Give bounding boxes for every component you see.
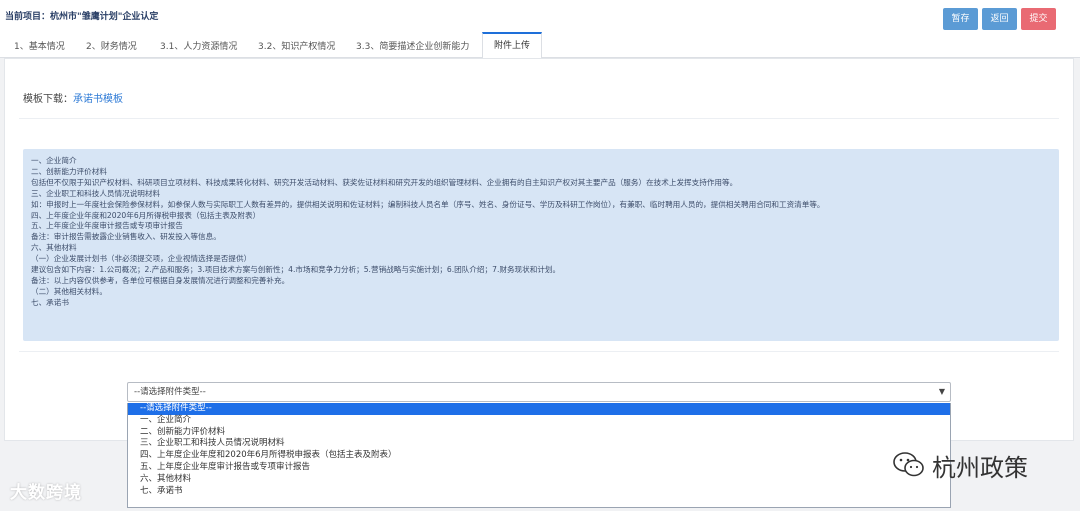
template-label: 模板下载： [23, 94, 73, 105]
save-draft-button[interactable]: 暂存 [943, 8, 978, 30]
info-line: 六、其他材料 [31, 243, 77, 253]
project-title: 当前项目：杭州市"雏鹰计划"企业认定 [5, 12, 159, 22]
template-download: 模板下载：承诺书模板 [23, 90, 123, 105]
info-line: 三、企业职工和科技人员情况说明材料 [31, 188, 161, 198]
tab-basic-info[interactable]: 1、基本情况 [14, 39, 65, 52]
select-value: --请选择附件类型-- [134, 387, 206, 397]
option-commitment-letter[interactable]: 七、承诺书 [128, 486, 950, 498]
tab-human-resources[interactable]: 3.1、人力资源情况 [160, 39, 237, 52]
info-line: 四、上年度企业年度和2020年6月所得税申报表（包括主表及附表） [31, 210, 261, 220]
submit-button[interactable]: 提交 [1021, 8, 1056, 30]
info-line: （二）其他相关材料。 [31, 286, 107, 296]
caret-down-icon[interactable]: ▼ [939, 383, 945, 401]
option-company-profile[interactable]: 一、企业简介 [128, 415, 950, 427]
info-line: 建议包含如下内容：1.公司概况；2.产品和服务；3.项目技术方案与创新性；4.市… [31, 265, 561, 275]
info-line: 二、创新能力评价材料 [31, 166, 107, 176]
tab-ip[interactable]: 3.2、知识产权情况 [258, 39, 335, 52]
watermark-left: 大数跨境 [10, 483, 82, 503]
tab-attachments[interactable]: 附件上传 [482, 32, 542, 59]
option-audit-report[interactable]: 五、上年度企业年度审计报告或专项审计报告 [128, 462, 950, 474]
tab-innovation[interactable]: 3.3、简要描述企业创新能力 [356, 39, 469, 52]
top-header: 当前项目：杭州市"雏鹰计划"企业认定 暂存 返回 提交 [0, 0, 1080, 32]
tab-bar: 1、基本情况 2、财务情况 3.1、人力资源情况 3.2、知识产权情况 3.3、… [0, 32, 1080, 59]
option-other-materials[interactable]: 六、其他材料 [128, 474, 950, 486]
divider [19, 351, 1059, 352]
info-line: 备注：以上内容仅供参考，各单位可根据自身发展情况进行调整和完善补充。 [31, 275, 290, 285]
template-download-link[interactable]: 承诺书模板 [73, 94, 123, 105]
option-tax-returns[interactable]: 四、上年度企业年度和2020年6月所得税申报表（包括主表及附表） [128, 450, 950, 462]
info-line: 备注：审计报告需披露企业销售收入、研发投入等信息。 [31, 232, 221, 242]
info-line: 一、企业简介 [31, 156, 77, 165]
attachment-instructions: 一、企业简介 二、创新能力评价材料 包括但不仅限于知识产权材料、科研项目立项材料… [23, 149, 1059, 341]
info-line: （一）企业发展计划书（非必须提交项，企业视情选择是否提供） [31, 254, 252, 264]
wechat-icon [893, 452, 924, 477]
option-innovation-materials[interactable]: 二、创新能力评价材料 [128, 427, 950, 439]
attachment-type-select[interactable]: --请选择附件类型-- ▼ [127, 382, 951, 402]
tab-finance[interactable]: 2、财务情况 [86, 39, 137, 52]
divider [19, 118, 1059, 119]
back-button[interactable]: 返回 [982, 8, 1017, 30]
attachment-type-options: --请选择附件类型-- 一、企业简介 二、创新能力评价材料 三、企业职工和科技人… [127, 403, 951, 508]
info-line: 七、承诺书 [31, 297, 69, 307]
info-line: 包括但不仅限于知识产权材料、科研项目立项材料、科技成果转化材料、研究开发活动材料… [31, 177, 738, 187]
option-placeholder[interactable]: --请选择附件类型-- [128, 403, 950, 415]
info-line: 如：申报时上一年度社会保险参保材料，如参保人数与实际职工人数有差异的，提供相关说… [31, 199, 825, 209]
watermark-right: 杭州政策 [892, 448, 1028, 482]
watermark-right-text: 杭州政策 [932, 453, 1028, 482]
info-line: 五、上年度企业年度审计报告或专项审计报告 [31, 221, 183, 231]
option-staff-materials[interactable]: 三、企业职工和科技人员情况说明材料 [128, 438, 950, 450]
